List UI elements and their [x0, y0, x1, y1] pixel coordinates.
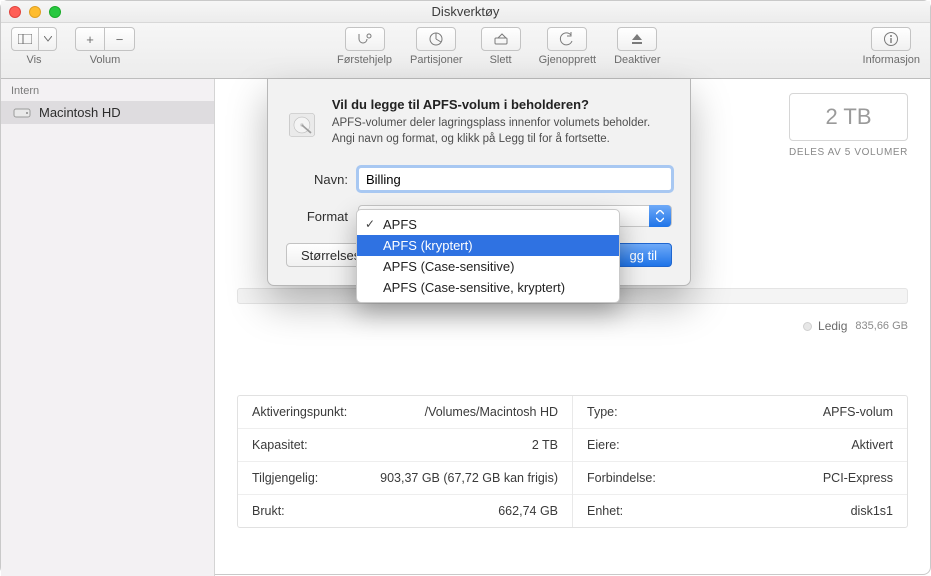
eject-icon	[630, 32, 644, 46]
dropdown-item-apfs-cs-encrypted[interactable]: APFS (Case-sensitive, kryptert)	[357, 277, 619, 298]
toolbar: Vis + − Volum Førstehjelp Partisjoner Sl…	[1, 23, 930, 79]
harddrive-icon	[286, 97, 318, 153]
info-button[interactable]	[871, 27, 911, 51]
unmount-button[interactable]	[617, 27, 657, 51]
sidebar-item-macintosh-hd[interactable]: Macintosh HD	[1, 101, 214, 124]
sidebar-icon	[18, 34, 32, 44]
view-button[interactable]	[11, 27, 39, 51]
format-dropdown: ✓ APFS APFS (kryptert) APFS (Case-sensit…	[356, 209, 620, 303]
stethoscope-icon	[356, 32, 374, 46]
toolbar-label-restore: Gjenopprett	[539, 54, 596, 66]
toolbar-label-partition: Partisjoner	[410, 54, 463, 66]
chevron-down-icon	[44, 36, 52, 42]
toolbar-label-info: Informasjon	[863, 54, 920, 66]
restore-icon	[559, 32, 575, 46]
name-input[interactable]	[358, 167, 672, 191]
add-volume-button[interactable]: +	[75, 27, 105, 51]
sidebar-section-internal: Intern	[1, 79, 214, 101]
toolbar-label-erase: Slett	[490, 54, 512, 66]
check-icon: ✓	[365, 217, 375, 231]
restore-button[interactable]	[547, 27, 587, 51]
toolbar-label-firstaid: Førstehjelp	[337, 54, 392, 66]
view-menu-button[interactable]	[39, 27, 57, 51]
add-volume-sheet: Vil du legge til APFS-volum i beholderen…	[267, 79, 691, 286]
add-button[interactable]: gg til	[615, 243, 672, 267]
titlebar: Diskverktøy	[1, 1, 930, 23]
dropdown-item-apfs-cs[interactable]: APFS (Case-sensitive)	[357, 256, 619, 277]
toolbar-label-unmount: Deaktiver	[614, 54, 660, 66]
sheet-title: Vil du legge til APFS-volum i beholderen…	[332, 97, 672, 112]
main-content: 2 TB DELES AV 5 VOLUMER Ledig 835,66 GB …	[215, 79, 930, 576]
dropdown-item-apfs[interactable]: ✓ APFS	[357, 214, 619, 235]
sheet-backdrop: Vil du legge til APFS-volum i beholderen…	[215, 79, 930, 576]
toolbar-label-view: Vis	[26, 54, 41, 66]
plus-icon: +	[86, 32, 94, 47]
format-label: Format	[286, 209, 358, 224]
toolbar-label-volume: Volum	[90, 54, 121, 66]
sidebar: Intern Macintosh HD	[1, 79, 215, 576]
disk-icon	[13, 106, 31, 120]
info-icon	[883, 31, 899, 47]
erase-icon	[493, 32, 509, 46]
erase-button[interactable]	[481, 27, 521, 51]
window-title: Diskverktøy	[1, 4, 930, 19]
remove-volume-button[interactable]: −	[105, 27, 135, 51]
name-label: Navn:	[286, 172, 358, 187]
first-aid-button[interactable]	[345, 27, 385, 51]
sheet-description: APFS-volumer deler lagringsplass innenfo…	[332, 116, 672, 147]
sidebar-item-label: Macintosh HD	[39, 105, 121, 120]
minus-icon: −	[116, 32, 124, 47]
select-arrows-icon	[649, 205, 671, 227]
partition-button[interactable]	[416, 27, 456, 51]
dropdown-item-apfs-encrypted[interactable]: APFS (kryptert)	[357, 235, 619, 256]
pie-icon	[428, 31, 444, 47]
